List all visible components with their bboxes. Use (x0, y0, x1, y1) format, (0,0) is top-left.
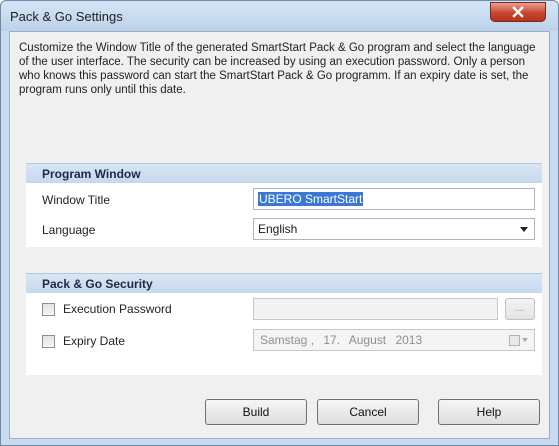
expiry-date-checkbox[interactable] (42, 335, 55, 348)
close-icon (512, 6, 524, 18)
cancel-button[interactable]: Cancel (317, 399, 419, 425)
expiry-date-label[interactable]: Expiry Date (63, 334, 125, 348)
chevron-down-icon (522, 338, 528, 342)
title-bar[interactable]: Pack & Go Settings (1, 1, 558, 31)
date-month: August (348, 333, 387, 347)
chevron-down-icon (520, 227, 528, 232)
window-title: Pack & Go Settings (10, 9, 123, 24)
help-button[interactable]: Help (438, 399, 540, 425)
dialog-window: Pack & Go Settings Customize the Window … (0, 0, 559, 446)
expiry-date-picker[interactable]: Samstag , 17. August 2013 (253, 329, 535, 351)
date-day: 17. (323, 333, 341, 347)
program-window-header: Program Window (26, 163, 542, 183)
window-title-value: UBERO SmartStart (258, 192, 364, 206)
date-weekday: Samstag , (260, 333, 315, 347)
browse-password-button[interactable]: ... (505, 298, 535, 320)
date-year: 2013 (395, 333, 423, 347)
password-input[interactable] (253, 298, 498, 320)
execution-password-label[interactable]: Execution Password (63, 302, 172, 316)
window-title-input[interactable]: UBERO SmartStart (253, 188, 535, 210)
language-select[interactable]: English (253, 218, 535, 240)
execution-password-checkbox[interactable] (42, 303, 55, 316)
build-button[interactable]: Build (205, 399, 307, 425)
description-text: Customize the Window Title of the genera… (19, 42, 536, 96)
language-label: Language (42, 223, 96, 237)
language-value: English (258, 222, 298, 236)
calendar-dropdown-button[interactable] (509, 333, 531, 347)
security-header: Pack & Go Security (26, 273, 542, 293)
close-button[interactable] (490, 2, 546, 22)
calendar-icon (509, 334, 520, 346)
window-title-label: Window Title (42, 193, 111, 207)
